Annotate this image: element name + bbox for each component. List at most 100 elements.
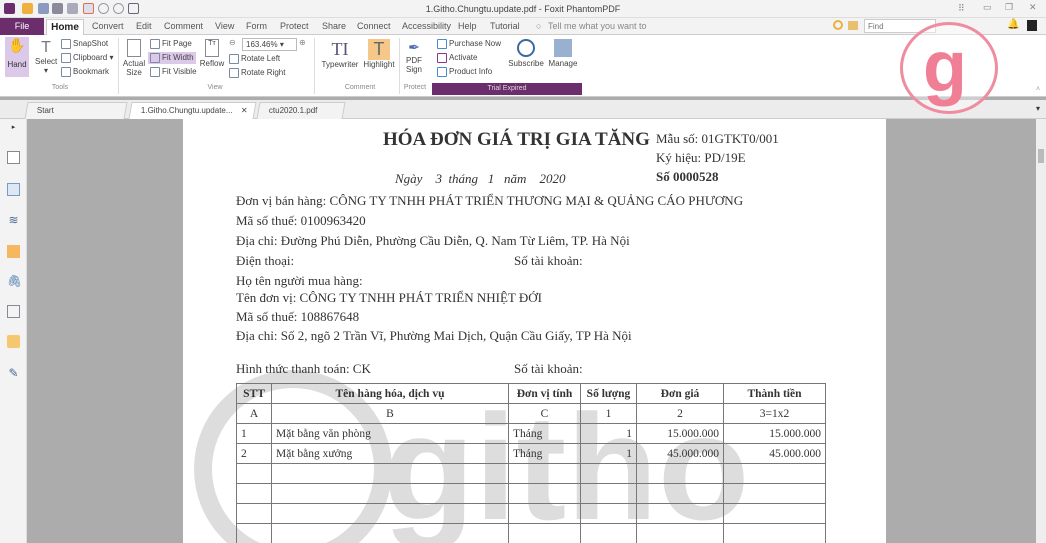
cell-unit: Tháng <box>508 443 581 464</box>
empty-row <box>236 483 826 504</box>
clipboard-button[interactable]: Clipboard ▾ <box>61 53 114 63</box>
hand-button[interactable]: ✋ Hand <box>5 37 29 77</box>
attachments-icon[interactable]: 🖇 <box>7 275 22 288</box>
cell-stt: 1 <box>236 423 272 444</box>
snapshot-button[interactable]: SnapShot <box>61 39 108 49</box>
folder-search-icon[interactable] <box>848 21 858 30</box>
tab-convert[interactable]: Convert <box>92 21 124 31</box>
product-info-label: Product Info <box>449 67 493 77</box>
collapse-ribbon-icon[interactable]: ˄ <box>1036 86 1040 93</box>
rotate-right-button[interactable]: Rotate Right <box>229 68 285 78</box>
pages-icon[interactable] <box>7 183 20 196</box>
reflow-icon: Tт <box>205 39 219 57</box>
close-icon[interactable]: ✕ <box>1029 2 1037 13</box>
tab-help[interactable]: Help <box>458 21 477 31</box>
select-button[interactable]: T Select ▾ <box>35 39 57 75</box>
cell-item: Mặt bằng văn phòng <box>271 423 509 444</box>
gitiho-logo-watermark: g <box>900 22 998 114</box>
bookmarks-icon[interactable] <box>7 151 20 164</box>
minimize-icon[interactable]: ▭ <box>983 2 992 13</box>
document-tab-bar: Start 1.Githo.Chungtu.update... ✕ ctu2020… <box>0 100 1046 119</box>
close-tab-icon[interactable]: ✕ <box>241 103 248 119</box>
tab-connect[interactable]: Connect <box>357 21 391 31</box>
tab-list-icon[interactable]: ▾ <box>1036 104 1040 113</box>
tab-edit[interactable]: Edit <box>136 21 152 31</box>
expand-panel-icon[interactable]: ▸ <box>7 121 20 134</box>
ribbon-options-icon[interactable]: ⠿ <box>958 3 965 14</box>
tab-tutorial[interactable]: Tutorial <box>490 21 520 31</box>
layers-icon[interactable]: ≋ <box>7 214 20 227</box>
empty-row <box>236 523 826 543</box>
fit-visible-button[interactable]: Fit Visible <box>150 67 197 77</box>
code-cell: A <box>236 403 272 424</box>
tab-document-active[interactable]: 1.Githo.Chungtu.update... ✕ <box>128 102 257 119</box>
typewriter-icon: TI <box>331 39 349 59</box>
highlight-icon: T <box>368 39 390 60</box>
signatures-icon[interactable] <box>7 305 20 318</box>
tab-home[interactable]: Home <box>46 19 84 36</box>
certificate-icon[interactable]: ✎ <box>7 367 20 380</box>
tab-accessibility[interactable]: Accessibility <box>402 21 451 31</box>
pdf-sign-button[interactable]: ✒ PDF Sign <box>402 39 426 74</box>
bell-icon[interactable]: 🔔 <box>1007 19 1019 30</box>
reflow-button[interactable]: Tт Reflow <box>199 39 225 68</box>
typewriter-button[interactable]: TI Typewriter <box>320 39 360 69</box>
snapshot-icon <box>61 39 71 49</box>
tab-view[interactable]: View <box>215 21 234 31</box>
seller-phone: Điện thoại: <box>236 253 295 268</box>
file-menu[interactable]: File <box>0 18 44 35</box>
account-icon[interactable] <box>1027 20 1037 31</box>
divider <box>118 38 119 94</box>
pdf-page[interactable]: githo HÓA ĐƠN GIÁ TRỊ GIA TĂNG Mẫu số: 0… <box>183 119 886 543</box>
actual-size-label: Actual Size <box>122 59 146 77</box>
seller-name: Đơn vị bán hàng: CÔNG TY TNHH PHÁT TRIỂN… <box>236 193 744 208</box>
fit-width-label: Fit Width <box>162 53 194 63</box>
fit-width-button[interactable]: Fit Width <box>148 52 196 64</box>
menu-bar: Convert Edit Comment View Form Protect S… <box>0 18 1046 35</box>
tab-start[interactable]: Start <box>24 102 128 119</box>
form-number: Mẫu số: 01GTKT0/001 <box>656 131 779 146</box>
zoom-out-icon[interactable]: ⊖ <box>229 38 236 47</box>
bookmark-button[interactable]: Bookmark <box>61 67 109 77</box>
empty-row <box>236 503 826 524</box>
code-cell: 3=1x2 <box>723 403 826 424</box>
product-info-button[interactable]: Product Info <box>437 67 492 77</box>
comments-icon[interactable] <box>7 245 20 258</box>
tell-me-input[interactable]: Tell me what you want to <box>548 21 647 31</box>
rotate-left-icon <box>229 54 239 64</box>
scroll-thumb[interactable] <box>1038 149 1044 163</box>
tab-ctu2020[interactable]: ctu2020.1.pdf <box>256 102 346 119</box>
code-cell: B <box>271 403 509 424</box>
tab-share[interactable]: Share <box>322 21 346 31</box>
purchase-now-button[interactable]: Purchase Now <box>437 39 501 49</box>
tab-protect[interactable]: Protect <box>280 21 309 31</box>
tab-form[interactable]: Form <box>246 21 267 31</box>
clipboard-icon <box>61 53 71 63</box>
subscribe-button[interactable]: Subscribe <box>508 39 544 68</box>
activate-button[interactable]: Activate <box>437 53 477 63</box>
table-row: 2 Mặt bằng xưởng Tháng 1 45.000.000 45.0… <box>236 443 826 464</box>
highlight-button[interactable]: T Highlight <box>363 39 395 69</box>
buyer-unit: Tên đơn vị: CÔNG TY TNHH PHÁT TRIỂN NHIỆ… <box>236 290 542 305</box>
vertical-scrollbar[interactable] <box>1036 119 1046 543</box>
code-cell: C <box>508 403 581 424</box>
zoom-select[interactable]: 163.46% ▾ <box>242 38 297 51</box>
navigation-panel: ▸ ≋ 🖇 ✎ <box>0 119 27 543</box>
actual-size-button[interactable]: Actual Size <box>121 39 147 77</box>
zoom-in-icon[interactable]: ⊕ <box>299 38 306 47</box>
seller-account: Số tài khoản: <box>514 253 583 268</box>
restore-icon[interactable]: ❐ <box>1005 2 1013 13</box>
rotate-left-button[interactable]: Rotate Left <box>229 54 280 64</box>
invoice-items-table: STT Tên hàng hóa, dịch vụ Đơn vị tính Số… <box>236 383 826 543</box>
reflow-label: Reflow <box>199 59 225 68</box>
security-lock-icon[interactable] <box>7 335 20 348</box>
buyer-tax-code: Mã số thuế: 108867648 <box>236 309 360 324</box>
purchase-label: Purchase Now <box>449 39 502 49</box>
smiley-icon[interactable] <box>833 20 843 30</box>
manage-button[interactable]: Manage <box>546 39 580 68</box>
tab-comment[interactable]: Comment <box>164 21 203 31</box>
invoice-title: HÓA ĐƠN GIÁ TRỊ GIA TĂNG <box>383 129 650 150</box>
fit-page-button[interactable]: Fit Page <box>150 39 192 49</box>
code-cell: 2 <box>636 403 724 424</box>
window-title: 1.Githo.Chungtu.update.pdf - Foxit Phant… <box>425 4 621 14</box>
